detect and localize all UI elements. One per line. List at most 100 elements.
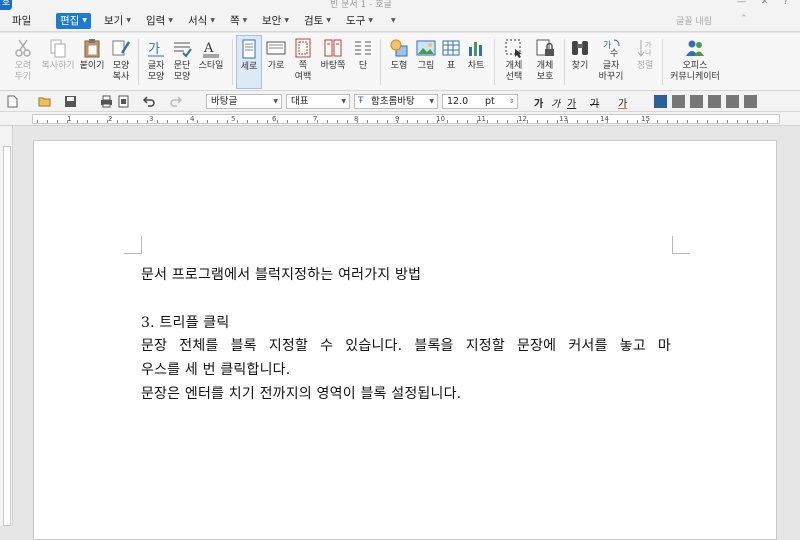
- align-left-icon[interactable]: [672, 95, 685, 108]
- vertical-orientation-button[interactable]: 세로: [236, 35, 262, 89]
- document-paragraph-line[interactable]: 우스를 세 번 클릭합니다.: [141, 359, 290, 379]
- menu-more-button[interactable]: ▼: [384, 13, 400, 29]
- save-icon[interactable]: [64, 95, 77, 108]
- ruler-tick: [247, 120, 248, 123]
- font-color-button[interactable]: 가: [618, 95, 627, 110]
- menu-page[interactable]: 쪽 ▼: [226, 13, 251, 29]
- menu-bar: 파일 편집 ▼ 보기 ▼ 입력 ▼ 서식 ▼ 쪽 ▼ 보안 ▼ 검토 ▼ 도구 ▼ ▼ 글꼴 내…: [0, 10, 800, 32]
- document-heading[interactable]: 문서 프로그램에서 블럭지정하는 여러가지 방법: [141, 264, 421, 284]
- cut-button[interactable]: 오려 두기: [6, 35, 40, 89]
- redo-icon[interactable]: [170, 95, 183, 108]
- picture-button[interactable]: 그림: [414, 35, 438, 89]
- app-logo[interactable]: 호: [0, 0, 12, 10]
- language-select[interactable]: 대표 ▼: [286, 94, 350, 109]
- paste-label: 붙이기: [79, 61, 105, 71]
- ruler-tick: [507, 120, 508, 123]
- align-distribute-icon[interactable]: [726, 95, 739, 108]
- copy-button[interactable]: 복사하기: [40, 35, 76, 89]
- ruler-tick: [77, 120, 78, 123]
- vertical-ruler[interactable]: [0, 126, 13, 526]
- style-select[interactable]: 바탕글 ▼: [206, 94, 282, 109]
- new-document-icon[interactable]: [6, 95, 19, 108]
- object-select-label-1: 개체: [505, 61, 523, 71]
- object-protect-button[interactable]: 개체 보호: [530, 35, 560, 89]
- document-subheading[interactable]: 3. 트리플 클릭: [141, 312, 229, 332]
- format-copy-button[interactable]: 모양 복사: [108, 35, 134, 89]
- ruler-tick: [587, 120, 588, 123]
- table-button[interactable]: 표: [440, 35, 462, 89]
- paste-button[interactable]: 붙이기: [78, 35, 106, 89]
- style-label: 스타일: [198, 61, 224, 71]
- undo-icon[interactable]: [142, 95, 155, 108]
- menu-format[interactable]: 서식 ▼: [184, 13, 219, 29]
- document-page[interactable]: 문서 프로그램에서 블럭지정하는 여러가지 방법 3. 트리플 클릭 문장 전체…: [33, 140, 777, 540]
- char-shape-button[interactable]: 가 글자 모양: [144, 35, 168, 89]
- format-copy-label-2: 복사: [112, 72, 130, 82]
- font-size-down-label[interactable]: 글꼴 내림: [676, 14, 712, 28]
- copy-icon: [47, 37, 69, 59]
- ruler-tick: [527, 120, 528, 123]
- chart-button[interactable]: 차트: [464, 35, 488, 89]
- align-center-icon[interactable]: [708, 95, 721, 108]
- menu-review[interactable]: 검토 ▼: [300, 13, 335, 29]
- print-icon[interactable]: [100, 95, 113, 108]
- margin-corner-top-left: [124, 236, 142, 254]
- menu-security[interactable]: 보안 ▼: [258, 13, 293, 29]
- office-communicator-button[interactable]: 오피스 커뮤니케이터: [668, 35, 722, 89]
- stepper-icon[interactable]: ⇕: [509, 95, 514, 108]
- menu-tools[interactable]: 도구 ▼: [342, 13, 377, 29]
- menu-review-label: 검토: [304, 15, 324, 27]
- margin-label-1: 쪽: [298, 61, 308, 71]
- chevron-down-icon: ▼: [210, 17, 215, 24]
- object-select-button[interactable]: 개체 선택: [500, 35, 528, 89]
- ruler-tick: [47, 120, 48, 123]
- ruler-tick: [67, 120, 68, 123]
- clipboard-icon: [81, 37, 103, 59]
- sort-button[interactable]: 가나 정렬: [632, 35, 658, 89]
- chevron-down-icon: ▼: [82, 17, 87, 24]
- column-button[interactable]: 단: [350, 35, 376, 89]
- office-comm-label-2: 커뮤니케이터: [670, 72, 720, 82]
- strikethrough-button[interactable]: 가: [590, 95, 599, 110]
- ribbon-toggle-icon[interactable]: ⌃: [740, 14, 748, 28]
- para-shape-button[interactable]: 문단 모양: [170, 35, 194, 89]
- ruler-tick: [217, 120, 218, 123]
- object-protect-label-1: 개체: [536, 61, 554, 71]
- picture-label: 그림: [417, 61, 435, 71]
- page-margin-button[interactable]: 쪽 여백: [290, 35, 316, 89]
- ruler-tick: [497, 120, 498, 123]
- ruler-tick: [547, 120, 548, 123]
- master-page-button[interactable]: 바탕쪽: [318, 35, 348, 89]
- ruler-tick: [467, 120, 468, 123]
- align-justify-icon[interactable]: [654, 95, 667, 108]
- ruler-tick: [197, 120, 198, 123]
- underline-button[interactable]: 가: [567, 95, 576, 110]
- style-button[interactable]: A 스타일: [196, 35, 226, 89]
- document-paragraph-line[interactable]: 문장은 엔터를 치기 전까지의 영역이 블록 설정됩니다.: [141, 383, 461, 403]
- document-paragraph-line[interactable]: 문장 전체를 블록 지정할 수 있습니다. 블록을 지정할 문장에 커서를 놓고…: [141, 335, 671, 355]
- align-divide-icon[interactable]: [744, 95, 757, 108]
- ruler-tick: [377, 120, 378, 123]
- open-folder-icon[interactable]: [38, 95, 51, 108]
- preview-icon[interactable]: [117, 95, 130, 108]
- italic-button[interactable]: 가: [551, 95, 560, 110]
- ruler-tick: [517, 120, 518, 123]
- replace-button[interactable]: 가수 글자 바꾸기: [596, 35, 626, 89]
- ribbon-separator: [380, 39, 381, 85]
- chevron-down-icon: ▼: [126, 17, 131, 24]
- font-select[interactable]: Ŧ 함초롬바탕 ▼: [354, 94, 438, 109]
- horizontal-ruler[interactable]: 1 2 3 4 5 6 7 8 9 10 11 12 13 14 15: [0, 112, 800, 126]
- window-controls[interactable]: — ✕ ?: [737, 0, 794, 7]
- menu-insert[interactable]: 입력 ▼: [142, 13, 177, 29]
- menu-view[interactable]: 보기 ▼: [100, 13, 135, 29]
- columns-icon: [352, 37, 374, 59]
- menu-file[interactable]: 파일: [8, 13, 35, 29]
- align-right-icon[interactable]: [690, 95, 703, 108]
- ruler-tick: [707, 120, 708, 123]
- find-button[interactable]: 찾기: [568, 35, 592, 89]
- font-size-input[interactable]: 12.0 pt ⇕: [442, 94, 518, 109]
- menu-edit[interactable]: 편집 ▼: [56, 13, 91, 29]
- horizontal-orientation-button[interactable]: 가로: [264, 35, 288, 89]
- shape-button[interactable]: 도형: [386, 35, 412, 89]
- bold-button[interactable]: 가: [534, 95, 543, 110]
